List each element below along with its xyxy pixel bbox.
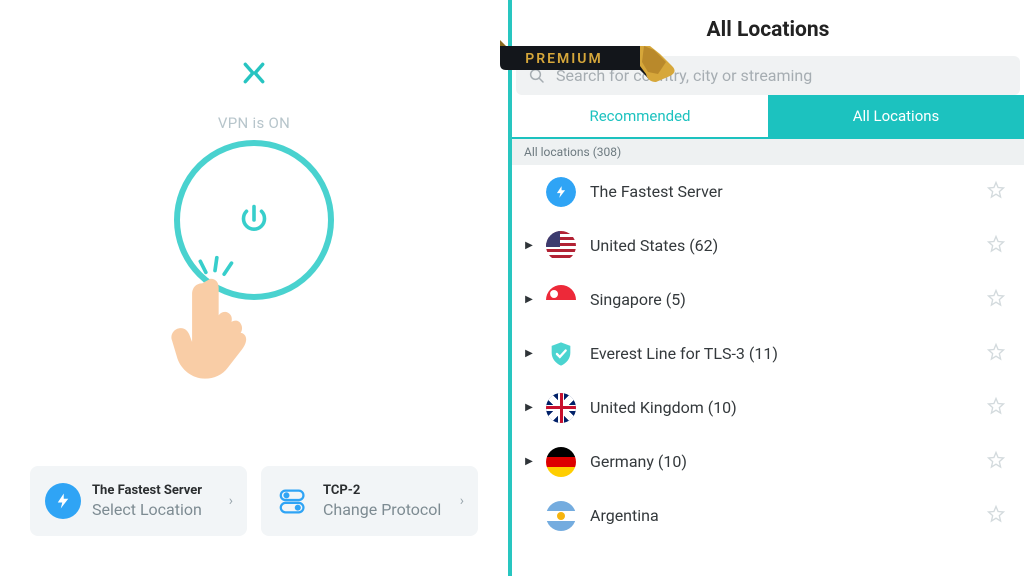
favorite-star-icon[interactable]: [986, 288, 1006, 312]
tab-recommended[interactable]: Recommended: [512, 95, 768, 139]
tab-all-locations[interactable]: All Locations: [768, 95, 1024, 139]
location-row[interactable]: ▶ United Kingdom (10): [512, 381, 1024, 435]
flag-icon-us: [546, 231, 576, 261]
server-card-action: Select Location: [92, 500, 219, 519]
shield-icon: [546, 339, 576, 369]
vpn-status-text: VPN is ON: [218, 114, 290, 132]
location-row[interactable]: Argentina: [512, 489, 1024, 543]
favorite-star-icon[interactable]: [986, 504, 1006, 528]
location-row[interactable]: ▶ Singapore (5): [512, 273, 1024, 327]
expand-caret[interactable]: ▶: [522, 402, 536, 413]
change-protocol-card[interactable]: TCP-2 Change Protocol ›: [261, 466, 478, 536]
chevron-right-icon: ›: [229, 493, 233, 509]
bolt-icon: [44, 482, 82, 520]
location-label: Germany (10): [590, 452, 986, 471]
location-label: Everest Line for TLS-3 (11): [590, 344, 986, 363]
favorite-star-icon[interactable]: [986, 450, 1006, 474]
bottom-cards: The Fastest Server Select Location › TCP…: [30, 466, 478, 536]
location-label: United Kingdom (10): [590, 398, 986, 417]
flag-icon-uk: [546, 393, 576, 423]
favorite-star-icon[interactable]: [986, 234, 1006, 258]
tap-hand-illustration: [160, 255, 270, 385]
app-logo: [241, 60, 267, 86]
location-row[interactable]: The Fastest Server: [512, 165, 1024, 219]
locations-count: All locations (308): [512, 139, 1024, 165]
flag-icon-de: [546, 447, 576, 477]
protocol-icon: [275, 482, 313, 520]
location-label: The Fastest Server: [590, 182, 986, 201]
expand-caret[interactable]: ▶: [522, 456, 536, 467]
server-card-title: The Fastest Server: [92, 483, 219, 498]
location-row[interactable]: ▶ Germany (10): [512, 435, 1024, 489]
protocol-card-action: Change Protocol: [323, 500, 450, 519]
locations-panel: PREMIUM All Locations Recommended All Lo…: [512, 0, 1024, 576]
location-label: Singapore (5): [590, 290, 986, 309]
vpn-main-panel: VPN is ON: [0, 0, 508, 576]
select-location-card[interactable]: The Fastest Server Select Location ›: [30, 466, 247, 536]
expand-caret[interactable]: ▶: [522, 294, 536, 305]
chevron-right-icon: ›: [460, 493, 464, 509]
flag-icon-ar: [546, 501, 576, 531]
power-icon: [236, 202, 272, 238]
protocol-card-title: TCP-2: [323, 483, 450, 498]
location-row[interactable]: ▶ United States (62): [512, 219, 1024, 273]
favorite-star-icon[interactable]: [986, 180, 1006, 204]
location-label: United States (62): [590, 236, 986, 255]
premium-badge: PREMIUM: [500, 40, 676, 88]
favorite-star-icon[interactable]: [986, 342, 1006, 366]
flag-icon-sg: [546, 285, 576, 315]
location-row[interactable]: ▶ Everest Line for TLS-3 (11): [512, 327, 1024, 381]
expand-caret[interactable]: ▶: [522, 240, 536, 251]
svg-text:PREMIUM: PREMIUM: [525, 51, 603, 67]
expand-caret[interactable]: ▶: [522, 348, 536, 359]
locations-list: The Fastest Server ▶ United States (62) …: [512, 165, 1024, 576]
favorite-star-icon[interactable]: [986, 396, 1006, 420]
bolt-icon: [546, 177, 576, 207]
location-tabs: Recommended All Locations: [512, 95, 1024, 139]
location-label: Argentina: [590, 506, 986, 525]
